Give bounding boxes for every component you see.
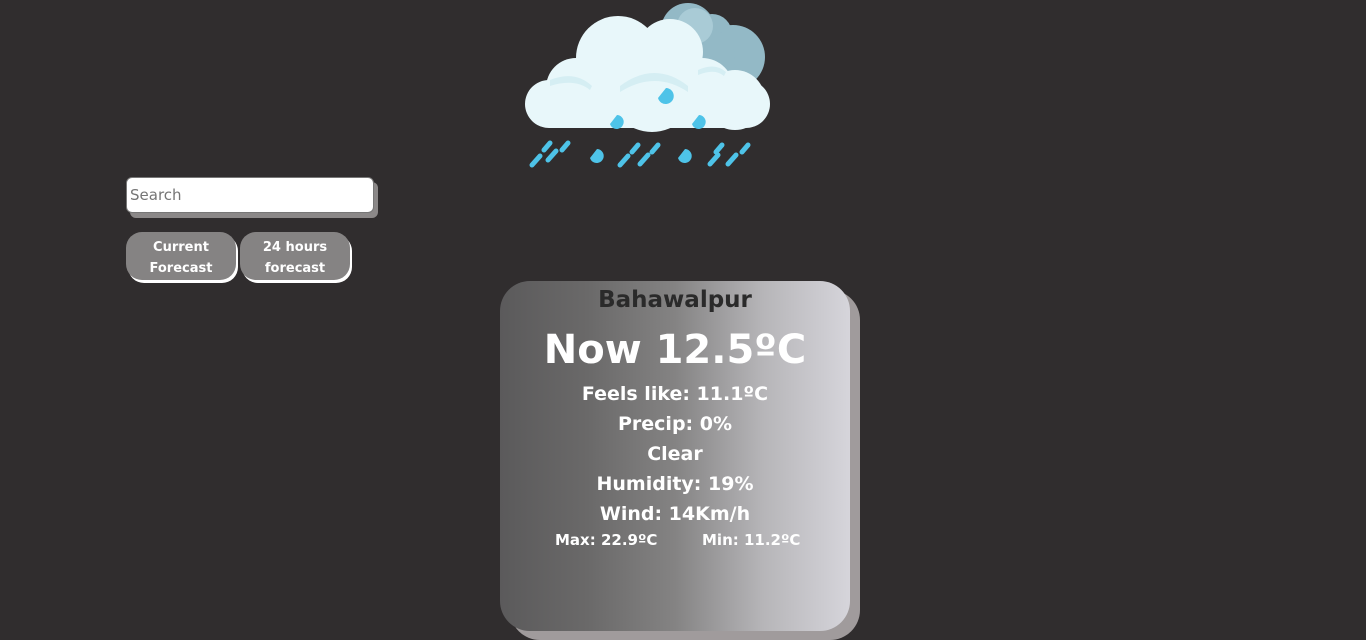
min-temperature: Min: 11.2ºC <box>702 531 801 549</box>
humidity: Humidity: 19% <box>596 473 754 495</box>
hourly-forecast-button[interactable]: 24 hours forecast <box>240 232 350 280</box>
weather-app: Current Forecast 24 hours forecast Bahaw… <box>0 0 1366 640</box>
current-forecast-button[interactable]: Current Forecast <box>126 232 236 280</box>
condition: Clear <box>647 443 703 465</box>
hourly-forecast-label-line1: 24 hours <box>262 239 328 255</box>
precipitation: Precip: 0% <box>617 413 733 435</box>
hourly-forecast-container: 24 hours forecast <box>240 232 352 283</box>
current-temperature: Now 12.5ºC <box>543 327 807 373</box>
search-input[interactable] <box>126 177 374 213</box>
current-forecast-label-line1: Current <box>153 239 209 255</box>
wind: Wind: 14Km/h <box>599 503 751 525</box>
city-name: Bahawalpur <box>598 287 752 313</box>
current-forecast-label-line2: Forecast <box>149 260 213 276</box>
max-temperature: Max: 22.9ºC <box>555 531 658 549</box>
forecast-card: Bahawalpur Now 12.5ºC Feels like: 11.1ºC… <box>500 281 850 631</box>
search-container <box>126 177 378 218</box>
feels-like: Feels like: 11.1ºC <box>581 383 769 405</box>
hourly-forecast-label-line2: forecast <box>264 260 326 276</box>
current-forecast-container: Current Forecast <box>126 232 238 283</box>
rain-cloud-icon <box>525 3 770 168</box>
